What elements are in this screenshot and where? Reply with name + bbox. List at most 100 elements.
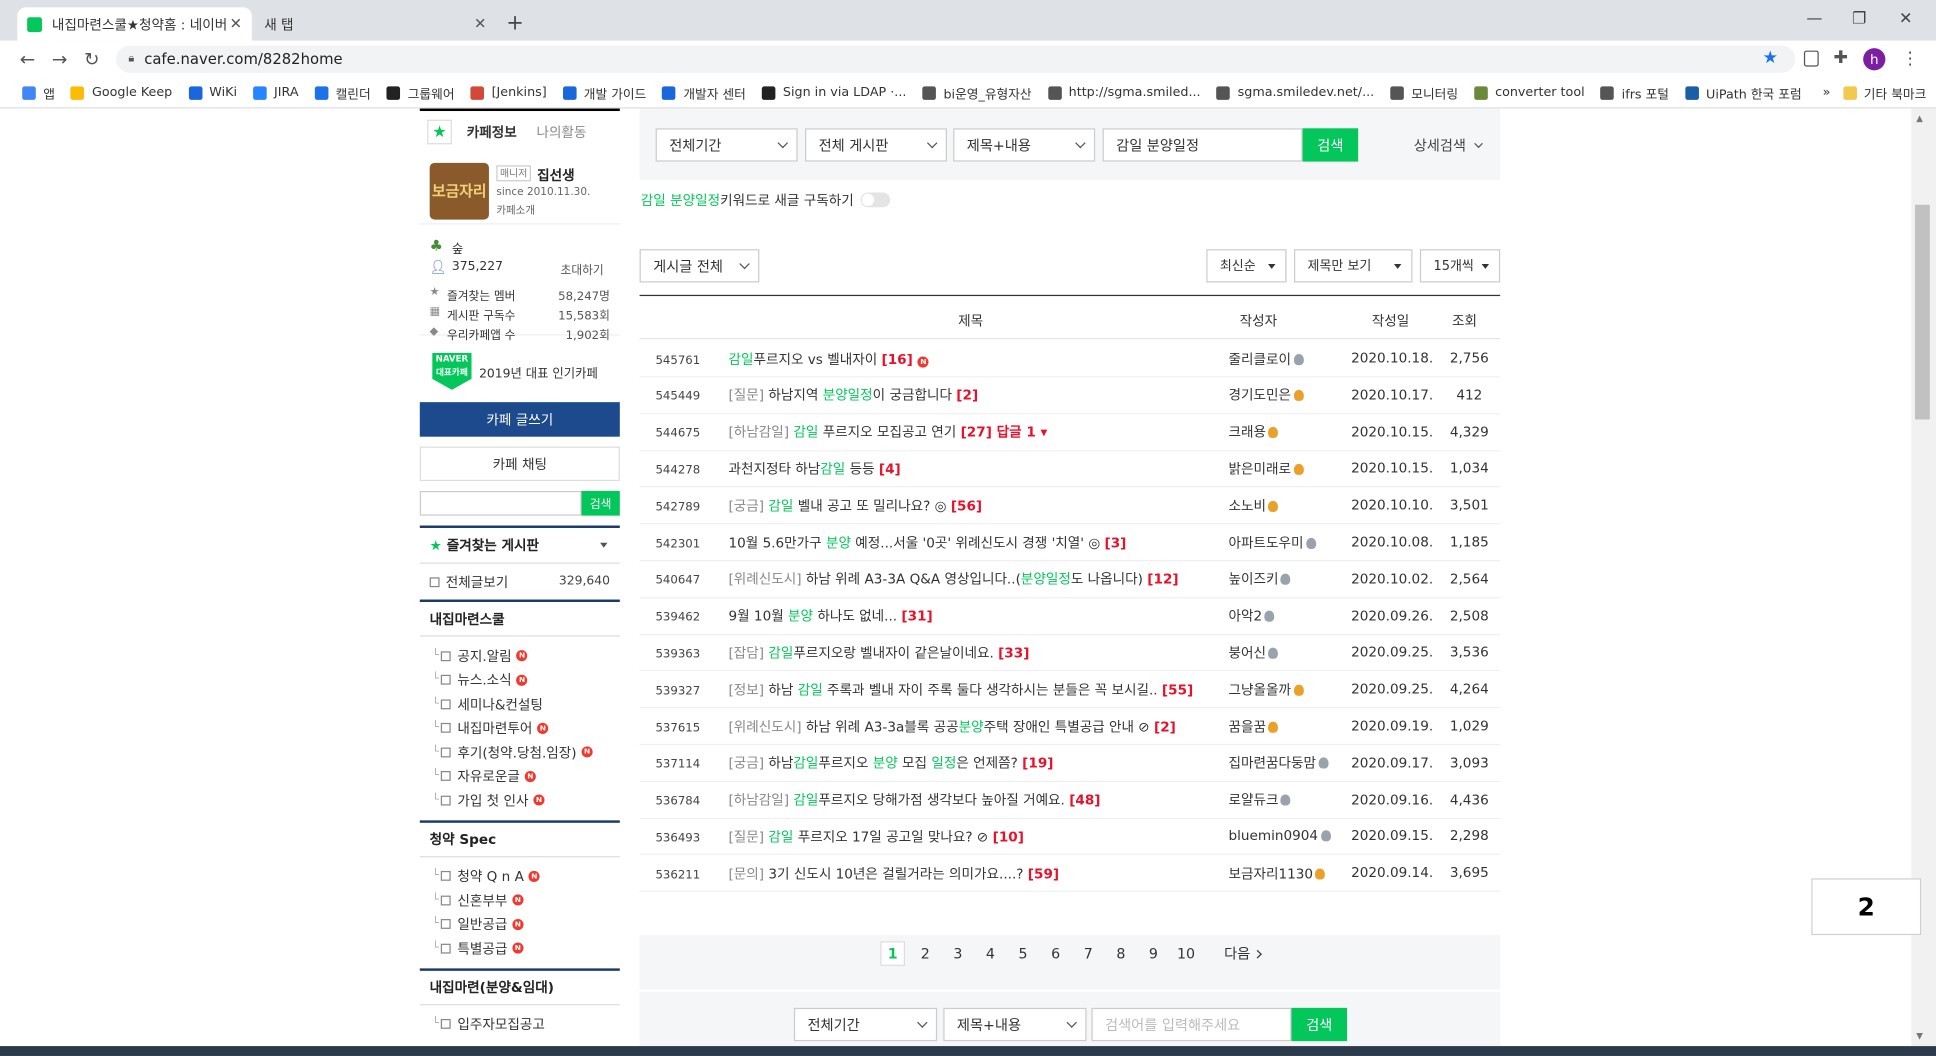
bottom-scope-select[interactable]: 제목+내용 [943, 1007, 1087, 1042]
menu-item[interactable]: └ 가입 첫 인사 N [420, 788, 620, 812]
post-author[interactable]: 로얄듀크 [1229, 790, 1346, 810]
sidebar-search-button[interactable]: 검색 [581, 490, 620, 516]
cafe-write-button[interactable]: 카페 글쓰기 [419, 402, 620, 437]
search-input[interactable]: 감일 분양일정 [1102, 128, 1303, 162]
board-select[interactable]: 전체 게시판 [805, 128, 948, 162]
bookmark-item[interactable]: 개발 가이드 [562, 83, 646, 102]
bookmark-item[interactable]: bi운영_유형자산 [922, 83, 1032, 102]
other-bookmarks[interactable]: 기타 북마크 [1842, 83, 1926, 102]
bookmark-item[interactable]: Google Keep [70, 85, 172, 100]
page-number[interactable]: 7 [1076, 941, 1101, 966]
tab-new[interactable]: 새 탭 ✕ [254, 7, 496, 40]
bookmark-item[interactable]: JIRA [253, 85, 299, 100]
invite-link[interactable]: 초대하기 [561, 260, 604, 278]
bookmark-item[interactable]: 그룹웨어 [386, 83, 455, 102]
page-number[interactable]: 2 [913, 941, 938, 966]
post-author[interactable]: 집마련꿈다둥맘 [1229, 753, 1346, 773]
menu-item[interactable]: └ 공지.알림 N [420, 644, 620, 668]
post-author[interactable]: 보금자리1130 [1229, 863, 1346, 883]
tab-cafe-info[interactable]: 카페정보 [467, 122, 517, 142]
address-bar[interactable]: 🔒︎ cafe.naver.com/8282home ★ [116, 45, 1796, 73]
per-page-select[interactable]: 15개씩 [1419, 249, 1501, 283]
post-author[interactable]: 크래용 [1229, 422, 1346, 442]
subscribe-toggle[interactable] [861, 192, 891, 208]
page-number[interactable]: 1 [880, 941, 906, 966]
bookmark-item[interactable]: ifrs 포털 [1600, 83, 1669, 102]
post-title[interactable]: [하남감일] 감일푸르지오 당해가점 생각보다 높아질 거예요. [48] [716, 790, 1228, 810]
new-tab-icon[interactable]: + [506, 11, 524, 36]
cafe-logo[interactable]: 보금자리 [429, 162, 489, 220]
next-page-button[interactable]: 다음 [1220, 941, 1264, 966]
extension-shield-icon[interactable] [1803, 50, 1819, 67]
bookmark-item[interactable]: WiKi [188, 85, 237, 100]
scope-select[interactable]: 제목+내용 [953, 128, 1096, 162]
bookmark-item[interactable]: [Jenkins] [470, 85, 547, 100]
post-author[interactable]: 소노비 [1229, 496, 1346, 516]
post-title[interactable]: 과천지정타 하남감일 등등 [4] [716, 459, 1228, 479]
scroll-up-icon[interactable]: ▲ [1916, 113, 1923, 123]
post-title[interactable]: [문의] 3기 신도시 10년은 걸릴거라는 의미가요....? [59] [716, 863, 1228, 883]
scroll-down-icon[interactable]: ▼ [1916, 1031, 1923, 1041]
minimize-icon[interactable]: — [1806, 10, 1822, 29]
bottom-period-select[interactable]: 전체기간 [793, 1007, 938, 1042]
close-tab-icon[interactable]: ✕ [230, 15, 242, 32]
menu-item[interactable]: └ 내집마련투어 N [420, 716, 620, 740]
post-author[interactable]: bluemin0904 [1229, 828, 1346, 844]
post-author[interactable]: 붕어신 [1229, 643, 1346, 663]
bookmark-item[interactable]: sgma.smiledev.net/... [1216, 85, 1374, 100]
post-title[interactable]: 감일푸르지오 vs 벨내자이 [16] N [716, 348, 1228, 368]
menu-kebab-icon[interactable]: ⋮ [1901, 49, 1918, 69]
page-number[interactable]: 10 [1174, 941, 1199, 966]
favorites-header[interactable]: ★ 즐겨찾는 게시판 [419, 525, 620, 563]
forward-icon[interactable]: → [52, 48, 68, 70]
page-number[interactable]: 6 [1043, 941, 1068, 966]
scrollbar-thumb[interactable] [1915, 204, 1930, 420]
sort-select[interactable]: 최신순 [1206, 249, 1287, 283]
post-author[interactable]: 높이즈키 [1229, 569, 1346, 589]
post-author[interactable]: 경기도민은 [1229, 385, 1346, 405]
post-title[interactable]: [위례신도시] 하남 위례 A3-3A Q&A 영상입니다..(분양일정도 나옵… [716, 569, 1228, 589]
manager-name[interactable]: 집선생 [537, 165, 575, 185]
menu-item[interactable]: └ 신혼부부 N [420, 888, 620, 912]
cafe-chat-button[interactable]: 카페 채팅 [419, 446, 620, 482]
close-tab-icon[interactable]: ✕ [474, 15, 486, 32]
post-author[interactable]: 밝은미래로 [1229, 459, 1346, 479]
menu-item[interactable]: └ 일반공급 N [420, 912, 620, 936]
post-title[interactable]: [하남감일] 감일 푸르지오 모집공고 연기 [27] 답글 1 ▾ [716, 422, 1228, 442]
tab-cafe[interactable]: 내집마련스쿨★청약홈 : 네이버 ✕ [17, 7, 252, 41]
close-window-icon[interactable]: ✕ [1899, 10, 1912, 29]
post-title[interactable]: [질문] 감일 푸르지오 17일 공고일 맞나요? ⊘ [10] [716, 826, 1228, 846]
menu-item[interactable]: └ 특별공급 N [420, 936, 620, 960]
post-author[interactable]: 아악2 [1229, 606, 1346, 626]
period-select[interactable]: 전체기간 [655, 128, 798, 162]
post-author[interactable]: 줄리클로이 [1229, 348, 1346, 368]
bookmark-item[interactable]: 개발자 센터 [662, 83, 746, 102]
page-number[interactable]: 4 [978, 941, 1003, 966]
sidebar-search-input[interactable] [419, 490, 582, 516]
bookmarks-more-icon[interactable]: » [1823, 85, 1831, 100]
post-title[interactable]: [잡담] 감일푸르지오랑 벨내자이 같은날이네요. [33] [716, 643, 1228, 663]
bottom-search-button[interactable]: 검색 [1291, 1007, 1348, 1042]
bookmark-item[interactable]: 캘린더 [314, 83, 371, 102]
search-button[interactable]: 검색 [1302, 128, 1359, 162]
post-title[interactable]: 10월 5.6만가구 분양 예정...서울 '0곳' 위례신도시 경쟁 '치열'… [716, 532, 1228, 552]
page-number[interactable]: 3 [946, 941, 971, 966]
post-title[interactable]: [질문] 하남지역 분양일정이 궁금합니다 [2] [716, 385, 1228, 405]
post-title[interactable]: [궁금] 감일 벨내 공고 또 밀리나요? ◎ [56] [716, 496, 1228, 516]
reload-icon[interactable]: ↻ [84, 48, 100, 70]
bookmark-item[interactable]: converter tool [1474, 85, 1585, 100]
bookmark-item[interactable]: 모니터링 [1390, 83, 1458, 102]
post-author[interactable]: 아파트도우미 [1229, 532, 1346, 552]
menu-item[interactable]: └ 자유로운글 N [420, 764, 620, 788]
back-icon[interactable]: ← [20, 48, 36, 70]
member-count[interactable]: 375,227 [452, 260, 503, 274]
page-number[interactable]: 5 [1011, 941, 1036, 966]
menu-item[interactable]: └ 청약 Q n A N [420, 864, 620, 888]
page-number[interactable]: 9 [1141, 941, 1166, 966]
page-number[interactable]: 8 [1109, 941, 1134, 966]
post-title[interactable]: 9월 10월 분양 하나도 없네... [31] [716, 606, 1228, 626]
menu-item[interactable]: └ 세미나&컨설팅 [420, 692, 620, 716]
tab-my-activity[interactable]: 나의활동 [536, 122, 586, 142]
bookmark-item[interactable]: UiPath 한국 포럼 [1685, 83, 1802, 102]
menu-item[interactable]: └ 입주자모집공고 [420, 1012, 620, 1036]
